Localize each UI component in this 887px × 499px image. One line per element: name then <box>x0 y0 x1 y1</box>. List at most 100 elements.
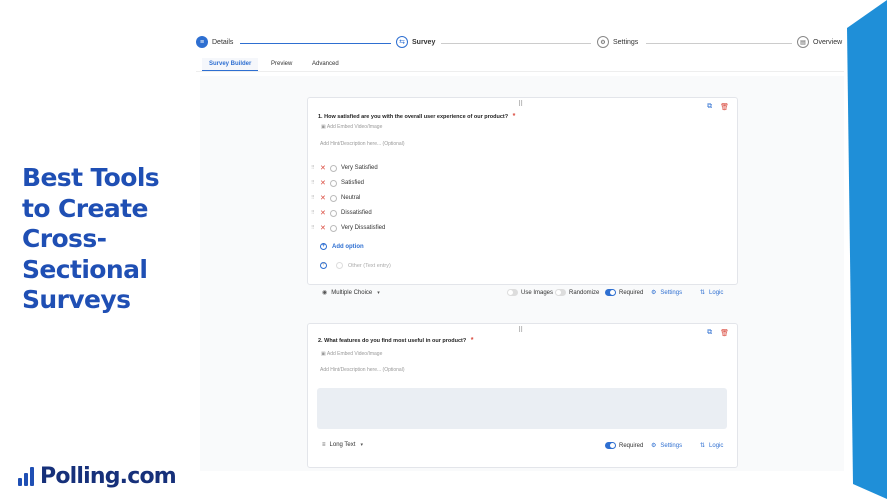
toggle-label: Required <box>619 289 644 296</box>
required-toggle[interactable]: Required <box>605 289 643 296</box>
headline: Best Tools to Create Cross- Sectional Su… <box>22 163 192 316</box>
remove-option-icon[interactable]: ✕ <box>320 209 330 217</box>
grip-icon[interactable]: ⠿ <box>311 225 320 231</box>
radio-icon <box>330 194 337 202</box>
required-mark: * <box>512 113 516 120</box>
toggle-switch[interactable] <box>555 289 566 296</box>
step-overview[interactable]: ▤ Overview <box>797 36 842 48</box>
option-row[interactable]: ⠿ ✕ Very Dissatisfied <box>311 223 385 233</box>
question-title[interactable]: 2. What features do you find most useful… <box>318 337 473 344</box>
text-lines-icon: ≡ <box>322 442 326 448</box>
radio-icon <box>330 179 337 187</box>
remove-option-icon[interactable]: ✕ <box>320 179 330 187</box>
grip-icon[interactable]: ⠿ <box>311 180 320 186</box>
drag-handle-icon[interactable]: ⠿ <box>518 326 523 334</box>
radio-icon <box>330 164 337 172</box>
option-label[interactable]: Neutral <box>341 195 360 201</box>
toggle-label: Use Images <box>521 289 554 296</box>
option-label[interactable]: Very Satisfied <box>341 165 378 171</box>
tab-preview[interactable]: Preview <box>264 58 299 70</box>
gear-icon: ⚙ <box>651 290 657 296</box>
grip-icon[interactable]: ⠿ <box>311 165 320 171</box>
option-row[interactable]: ⠿ ✕ Neutral <box>311 193 360 203</box>
survey-icon: ⇆ <box>396 36 408 48</box>
settings-link[interactable]: ⚙ Settings <box>651 442 683 450</box>
copy-icon[interactable]: ⧉ <box>707 329 712 337</box>
question-card-2[interactable]: ⠿ ⧉ 🗑 2. What features do you find most … <box>307 323 738 468</box>
option-row[interactable]: ⠿ ✕ Dissatisfied <box>311 208 372 218</box>
toggle-switch[interactable] <box>605 289 616 296</box>
media-label: Add Embed Video/Image <box>326 124 383 130</box>
step-details[interactable]: ≡ Details <box>196 36 233 48</box>
other-option[interactable]: + Other (Text entry) <box>320 262 391 269</box>
use-images-toggle[interactable]: Use Images <box>507 289 553 296</box>
logic-link[interactable]: ⇅ Logic <box>700 442 724 450</box>
logic-link[interactable]: ⇅ Logic <box>700 289 724 297</box>
remove-option-icon[interactable]: ✕ <box>320 164 330 172</box>
toggle-switch[interactable] <box>605 442 616 449</box>
radio-icon <box>336 262 343 269</box>
step-connector <box>441 43 591 44</box>
grip-icon[interactable]: ⠿ <box>311 210 320 216</box>
hint-field[interactable]: Add Hint/Description here... (Optional) <box>320 367 404 373</box>
decorative-wedge <box>847 0 887 499</box>
option-label[interactable]: Dissatisfied <box>341 210 372 216</box>
page: Best Tools to Create Cross- Sectional Su… <box>0 0 887 499</box>
step-survey[interactable]: ⇆ Survey <box>396 36 435 48</box>
headline-line: Best Tools <box>22 163 160 192</box>
tab-survey-builder[interactable]: Survey Builder <box>202 58 259 71</box>
question-card-1[interactable]: ⠿ ⧉ 🗑 1. How satisfied are you with the … <box>307 97 738 296</box>
trash-icon[interactable]: 🗑 <box>720 329 729 337</box>
type-label: Long Text <box>329 442 356 448</box>
option-label[interactable]: Very Dissatisfied <box>341 225 385 231</box>
other-option-label: Other (Text entry) <box>348 262 391 269</box>
option-label[interactable]: Satisfied <box>341 180 364 186</box>
branch-icon: ⇅ <box>700 443 706 449</box>
question-text: How satisfied are you with the overall u… <box>324 114 509 120</box>
option-row[interactable]: ⠿ ✕ Satisfied <box>311 178 364 188</box>
grip-icon[interactable]: ⠿ <box>311 195 320 201</box>
settings-link[interactable]: ⚙ Settings <box>651 289 682 297</box>
add-media-link[interactable]: ▣ Add Embed Video/Image <box>321 351 382 357</box>
headline-line: Surveys <box>22 285 131 314</box>
logic-label: Logic <box>709 289 724 296</box>
headline-line: Sectional <box>22 254 148 284</box>
step-label: Settings <box>613 38 639 46</box>
bar-chart-logo-icon <box>18 466 34 486</box>
required-toggle[interactable]: Required <box>605 442 643 449</box>
media-label: Add Embed Video/Image <box>326 351 383 357</box>
toggle-switch[interactable] <box>507 289 518 296</box>
question-title[interactable]: 1. How satisfied are you with the overal… <box>318 113 515 120</box>
plus-icon: + <box>320 262 327 269</box>
radio-icon <box>330 224 337 232</box>
remove-option-icon[interactable]: ✕ <box>320 194 330 202</box>
long-text-answer-area[interactable] <box>317 388 727 429</box>
hint-field[interactable]: Add Hint/Description here... (Optional) <box>320 141 404 147</box>
survey-builder-app: ≡ Details ⇆ Survey ⚙ Settings ▤ Overview… <box>196 28 844 473</box>
step-connector <box>646 43 792 44</box>
logic-label: Logic <box>709 442 724 449</box>
drag-handle-icon[interactable]: ⠿ <box>518 100 523 108</box>
randomize-toggle[interactable]: Randomize <box>555 289 599 296</box>
type-label: Multiple Choice <box>331 289 373 296</box>
trash-icon[interactable]: 🗑 <box>720 103 729 111</box>
image-icon: ▣ <box>321 351 326 357</box>
remove-option-icon[interactable]: ✕ <box>320 224 330 232</box>
builder-tabs: Survey Builder Preview Advanced <box>196 58 844 72</box>
gear-icon: ⚙ <box>651 443 657 449</box>
toggle-label: Required <box>619 442 644 449</box>
progress-stepper: ≡ Details ⇆ Survey ⚙ Settings ▤ Overview <box>196 36 844 52</box>
add-option-button[interactable]: + Add option <box>320 243 364 250</box>
tab-advanced[interactable]: Advanced <box>305 58 346 70</box>
copy-icon[interactable]: ⧉ <box>707 103 712 111</box>
option-row[interactable]: ⠿ ✕ Very Satisfied <box>311 163 378 173</box>
step-settings[interactable]: ⚙ Settings <box>597 36 638 48</box>
question-number: 2. <box>318 338 323 344</box>
question-type-select[interactable]: ◉ Multiple Choice ▾ <box>322 289 380 297</box>
settings-label: Settings <box>660 442 683 449</box>
question-type-select[interactable]: ≡ Long Text ▾ <box>322 442 363 448</box>
radio-type-icon: ◉ <box>322 290 328 296</box>
add-media-link[interactable]: ▣ Add Embed Video/Image <box>321 124 382 130</box>
chevron-down-icon: ▾ <box>360 442 363 448</box>
builder-canvas: ⠿ ⧉ 🗑 1. How satisfied are you with the … <box>200 76 844 471</box>
